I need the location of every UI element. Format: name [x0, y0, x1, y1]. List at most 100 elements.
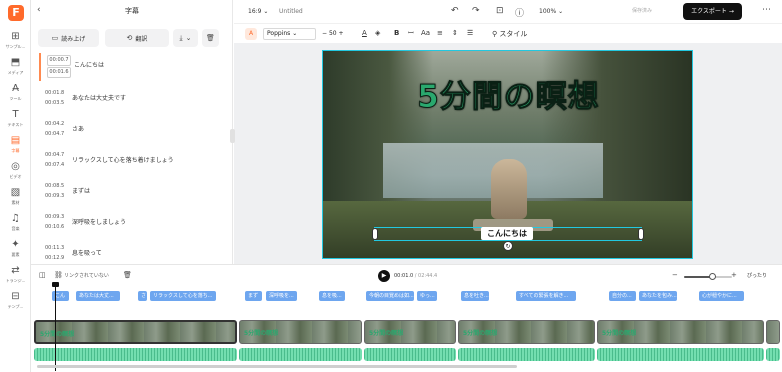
subtitle-chip[interactable]: 息を吐き...	[461, 291, 489, 301]
download-button[interactable]: ⤓ ⌄	[173, 29, 198, 47]
rail-item-transitions[interactable]: ⇄ トランジ...	[0, 265, 31, 291]
subtitle-row[interactable]: 00:11.3 00:12.9 息を吸って	[39, 241, 227, 263]
subtitle-chip[interactable]: 自分の...	[609, 291, 636, 301]
subtitle-chip[interactable]: リラックスして心を落ち...	[150, 291, 216, 301]
fit-button[interactable]: ぴったり	[747, 272, 767, 279]
rotate-icon[interactable]: ↻	[503, 241, 513, 251]
font-style-icon[interactable]: Aa	[421, 29, 430, 37]
align-icon[interactable]: ≡	[437, 29, 443, 37]
list-icon[interactable]: ☰	[467, 29, 473, 37]
rail-item-media[interactable]: ⬒ メディア	[0, 57, 31, 83]
subtitle-times[interactable]: 00:11.3 00:12.9	[45, 243, 69, 263]
audio-track[interactable]	[597, 348, 764, 361]
rail-item-subtitles[interactable]: ▤ 字幕	[0, 135, 31, 161]
end-time[interactable]: 00:03.5	[45, 98, 69, 108]
video-clip[interactable]: 5分間の瞑想	[364, 320, 456, 344]
help-icon[interactable]: ⓘ	[515, 6, 524, 19]
timeline-scrollbar[interactable]	[37, 365, 517, 368]
playhead[interactable]	[55, 283, 56, 371]
subtitle-chip[interactable]: すべての緊張を解き...	[516, 291, 576, 301]
end-time[interactable]: 00:12.9	[45, 253, 69, 263]
zoom-in-icon[interactable]: +	[731, 271, 737, 279]
project-title[interactable]: Untitled	[279, 8, 303, 15]
video-preview[interactable]: 5分間の瞑想 こんにちは ↻	[322, 50, 693, 259]
start-time[interactable]: 00:09.3	[45, 212, 69, 222]
start-time[interactable]: 00:08.5	[45, 181, 69, 191]
translate-button[interactable]: ⟲ 翻訳	[105, 29, 169, 47]
end-time[interactable]: 00:04.7	[45, 129, 69, 139]
text-color-icon[interactable]: A	[362, 29, 367, 37]
video-title-text[interactable]: 5分間の瞑想	[323, 71, 692, 116]
read-aloud-button[interactable]: ▭ 読み上げ	[38, 29, 99, 47]
end-time[interactable]: 00:07.4	[45, 160, 69, 170]
timeline-zoom-knob[interactable]	[708, 273, 716, 280]
caption-text[interactable]: こんにちは	[481, 227, 533, 240]
zoom-out-icon[interactable]: −	[672, 271, 678, 279]
panel-collapse-handle[interactable]	[230, 129, 235, 143]
video-clip[interactable]: 5分間の瞑想	[34, 320, 237, 344]
subtitle-text[interactable]: 息を吸って	[72, 248, 102, 257]
video-clip[interactable]: 5分間の瞑想	[239, 320, 362, 344]
audio-track[interactable]	[458, 348, 595, 361]
aspect-ratio-select[interactable]: 16:9 ⌄	[248, 8, 268, 15]
export-button[interactable]: エクスポート →	[683, 3, 742, 20]
subtitle-times[interactable]: 00:01.8 00:03.5	[45, 88, 69, 108]
subtitle-chip[interactable]: ゆっ...	[417, 291, 437, 301]
subtitle-chip[interactable]: あなたは大丈...	[76, 291, 120, 301]
more-icon[interactable]: ⋯	[762, 5, 771, 15]
bold-icon[interactable]: B	[394, 29, 399, 37]
undo-icon[interactable]: ↶	[451, 6, 459, 16]
audio-track[interactable]	[34, 348, 237, 361]
trash-icon[interactable]: 🗑	[123, 271, 132, 279]
video-clip[interactable]: 5分間の瞑想	[597, 320, 764, 344]
font-family-select[interactable]: Poppins ⌄	[263, 28, 316, 40]
subtitle-text[interactable]: 深呼吸をしましょう	[72, 217, 126, 226]
start-time[interactable]: 00:04.7	[45, 150, 69, 160]
rail-item-samples[interactable]: ⊞ サンプル...	[0, 31, 31, 57]
rail-item-templates[interactable]: ⊟ テンプ...	[0, 291, 31, 317]
subtitle-row[interactable]: 00:08.5 00:09.3 まずは	[39, 179, 227, 207]
subtitle-chip[interactable]: 今朝の目覚めは如...	[366, 291, 414, 301]
subtitle-row[interactable]: 00:09.3 00:10.6 深呼吸をしましょう	[39, 210, 227, 238]
subtitle-times[interactable]: 00:08.5 00:09.3	[45, 181, 69, 201]
rail-item-elements[interactable]: ✦ 要素	[0, 239, 31, 265]
subtitle-row[interactable]: 00:04.7 00:07.4 リラックスして心を落ち着けましょう	[39, 148, 227, 176]
end-time[interactable]: 00:10.6	[45, 222, 69, 232]
subtitle-times[interactable]: 00:04.2 00:04.7	[45, 119, 69, 139]
zoom-select[interactable]: 100% ⌄	[539, 8, 563, 15]
subtitle-chip[interactable]: 深呼吸を...	[266, 291, 297, 301]
subtitle-chip[interactable]: 心が穏やかに...	[699, 291, 744, 301]
rail-item-tools[interactable]: A̶ ツール	[0, 83, 31, 109]
resize-handle-right[interactable]	[638, 228, 644, 240]
app-logo[interactable]: F	[8, 5, 24, 21]
delete-all-button[interactable]: 🗑	[202, 29, 219, 47]
split-view-icon[interactable]: ◫	[39, 271, 46, 279]
subtitle-chip[interactable]: あなたを包み...	[639, 291, 677, 301]
resize-handle-left[interactable]	[372, 228, 378, 240]
subtitle-text[interactable]: まずは	[72, 186, 90, 195]
subtitle-times[interactable]: 00:04.7 00:07.4	[45, 150, 69, 170]
redo-icon[interactable]: ↷	[472, 6, 480, 16]
font-size-stepper[interactable]: − 50 +	[322, 28, 358, 40]
text-case-icon[interactable]: ꟷ	[408, 29, 414, 38]
subtitle-text[interactable]: リラックスして心を落ち着けましょう	[72, 155, 174, 164]
subtitle-chip[interactable]: さ	[138, 291, 147, 301]
rail-item-video[interactable]: ◎ ビデオ	[0, 161, 31, 187]
subtitle-chip[interactable]: 息を吸...	[319, 291, 345, 301]
ai-text-icon[interactable]: A	[245, 28, 257, 40]
link-icon[interactable]: ⛓	[54, 271, 63, 279]
start-time[interactable]: 00:01.8	[45, 88, 69, 98]
subtitle-row[interactable]: 00:04.2 00:04.7 さあ	[39, 117, 227, 145]
end-time[interactable]: 00:09.3	[45, 191, 69, 201]
subtitle-row[interactable]: 00:01.8 00:03.5 あなたは大丈夫です	[39, 86, 227, 114]
subtitle-times[interactable]: 00:00.7 00:01.6	[47, 55, 71, 79]
rail-item-text[interactable]: T テキスト	[0, 109, 31, 135]
subtitle-chip[interactable]: まず	[245, 291, 262, 301]
audio-track[interactable]	[364, 348, 456, 361]
subtitle-text[interactable]: こんにちは	[74, 60, 104, 69]
screenshot-icon[interactable]: ⊡	[496, 6, 504, 16]
subtitle-text[interactable]: あなたは大丈夫です	[72, 93, 126, 102]
rail-item-assets[interactable]: ▧ 素材	[0, 187, 31, 213]
subtitle-row[interactable]: 00:00.7 00:01.6 こんにちは	[39, 53, 227, 81]
end-time[interactable]: 00:01.6	[47, 67, 71, 78]
